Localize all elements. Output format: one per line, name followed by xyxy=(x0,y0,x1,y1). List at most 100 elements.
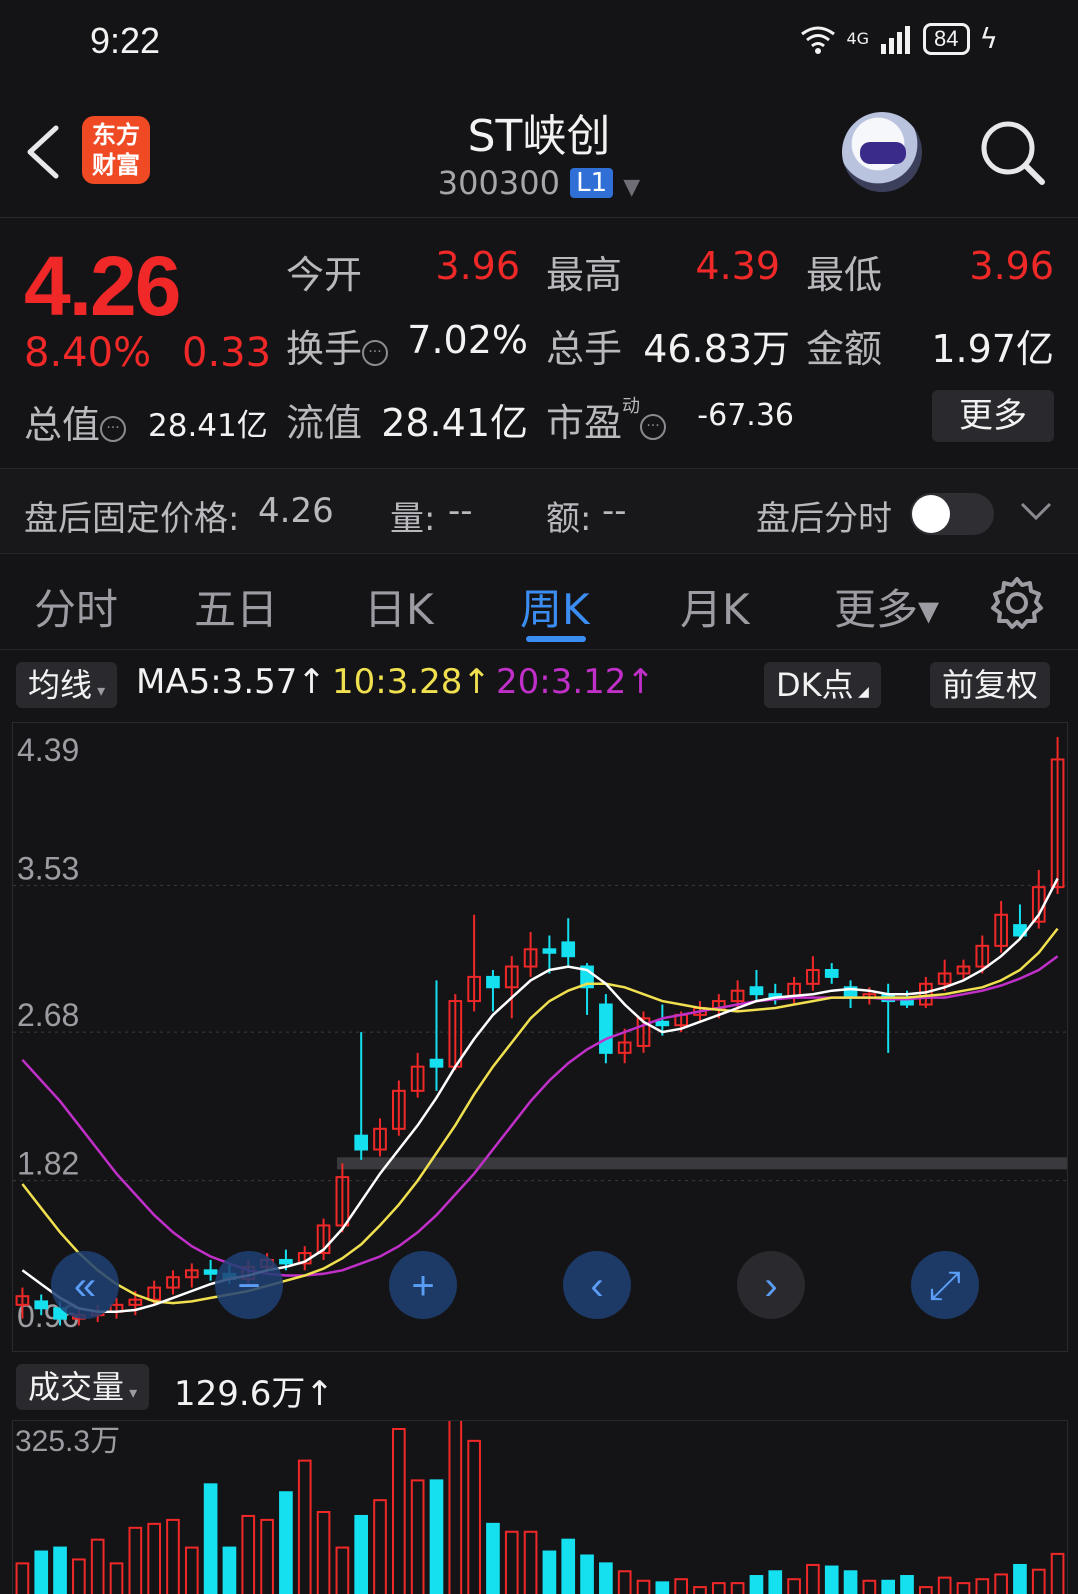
volume-bar xyxy=(222,1546,237,1594)
assistant-avatar[interactable] xyxy=(842,112,922,192)
candle xyxy=(824,969,839,978)
volume-bar xyxy=(429,1479,444,1594)
tab-monthly-k[interactable]: 月K xyxy=(680,576,750,637)
active-tab-indicator xyxy=(526,636,586,642)
scroll-left-button[interactable]: ‹ xyxy=(563,1251,631,1319)
candle xyxy=(561,941,576,958)
charging-icon: ϟ xyxy=(979,22,998,55)
volume-bar xyxy=(843,1570,858,1594)
volume-bar xyxy=(504,1530,519,1594)
ma10-value: 10:3.28↑ xyxy=(332,662,491,702)
battery-indicator: 84 xyxy=(923,22,970,55)
volume-bar xyxy=(824,1565,839,1594)
status-time: 9:22 xyxy=(90,20,161,61)
tab-weekly-k[interactable]: 周K xyxy=(520,576,590,637)
period-tabs: 分时 五日 日K 周K 月K 更多▾ xyxy=(0,554,1078,650)
volume-bar xyxy=(53,1546,67,1594)
tab-intraday[interactable]: 分时 xyxy=(34,576,118,637)
toggle-knob xyxy=(912,495,950,533)
volume-bar xyxy=(392,1428,406,1594)
volume-value: 46.83万 xyxy=(643,327,790,371)
volume-bar xyxy=(147,1522,161,1594)
gear-icon[interactable] xyxy=(990,576,1044,630)
status-icons: 4G 84 ϟ xyxy=(800,22,998,55)
volume-bar xyxy=(203,1483,218,1594)
volume-bar xyxy=(749,1575,764,1594)
price-tick-label: 2.68 xyxy=(17,997,79,1033)
volume-bar xyxy=(260,1518,274,1594)
zoom-out-fast-button[interactable]: « xyxy=(51,1251,119,1319)
stock-header: 东方 财富 ST峡创 300300 L1 ▼ xyxy=(0,90,1078,218)
volume-bar xyxy=(34,1550,49,1594)
more-quote-button[interactable]: 更多 xyxy=(932,390,1054,442)
volume-bar xyxy=(184,1546,199,1594)
candle xyxy=(542,948,557,954)
volume-bar xyxy=(335,1546,350,1594)
tab-five-day[interactable]: 五日 xyxy=(194,576,278,637)
after-hours-toggle[interactable] xyxy=(910,493,994,535)
volume-bar xyxy=(881,1579,896,1594)
turnover-label[interactable]: 换手 ··· xyxy=(286,318,389,373)
volume-selector[interactable]: 成交量 ▾ xyxy=(16,1364,150,1410)
scroll-right-button[interactable]: › xyxy=(737,1251,805,1319)
indicator-bar: 均线 ▾ MA5:3.57↑ 10:3.28↑ 20:3.12↑ DK点 ◢ 前… xyxy=(0,650,1078,720)
high-label: 最高 xyxy=(546,253,623,297)
volume-bar xyxy=(316,1511,331,1594)
ma-selector[interactable]: 均线 ▾ xyxy=(16,662,118,708)
volume-bar xyxy=(128,1526,143,1594)
search-button[interactable] xyxy=(978,118,1048,188)
volume-bar xyxy=(354,1514,369,1594)
market-cap-label[interactable]: 总值 ··· xyxy=(24,394,127,449)
volume-bar xyxy=(937,1576,952,1594)
signal-icon xyxy=(881,25,911,54)
volume-bar xyxy=(373,1499,387,1594)
volume-bar xyxy=(467,1439,481,1594)
tab-daily-k[interactable]: 日K xyxy=(364,576,434,637)
volume-bar xyxy=(730,1582,745,1594)
candle xyxy=(34,1300,49,1310)
fullscreen-button[interactable]: ⤢ xyxy=(911,1251,979,1319)
zoom-out-button[interactable]: − xyxy=(215,1251,283,1319)
pe-superscript: 动 xyxy=(622,396,641,417)
quote-panel: 4.26 8.40% 0.33 总值 ··· 28.41亿 今开 3.96 最高 … xyxy=(0,218,1078,468)
volume-bar xyxy=(787,1578,801,1594)
volume-chart[interactable]: 325.3万 xyxy=(12,1412,1068,1594)
volume-bar xyxy=(862,1579,877,1594)
chart-control-icon: − xyxy=(237,1264,260,1308)
search-icon xyxy=(981,121,1045,185)
volume-axis-label: 325.3万 xyxy=(15,1425,120,1458)
chevron-down-icon[interactable] xyxy=(1018,499,1054,523)
amount-label: 金额 xyxy=(806,327,883,371)
ma20-value: 20:3.12↑ xyxy=(496,662,655,702)
tab-more[interactable]: 更多▾ xyxy=(834,576,939,637)
adjust-price-button[interactable]: 前复权 xyxy=(930,662,1051,708)
chevron-down-icon: ▼ xyxy=(623,175,641,200)
volume-bar xyxy=(806,1563,820,1594)
volume-bar xyxy=(166,1518,180,1594)
volume-bar xyxy=(919,1586,933,1594)
chart-control-icon: « xyxy=(74,1264,96,1308)
candle xyxy=(599,1003,613,1054)
candle xyxy=(429,1058,444,1068)
ma10-line xyxy=(21,927,1059,1305)
volume-header: 成交量 ▾ 129.6万↑ xyxy=(0,1354,1078,1420)
volume-bar xyxy=(1013,1563,1027,1594)
kline-chart[interactable]: 4.39 3.53 2.68 1.82 0.96 «− + ‹ › ⤢ xyxy=(12,722,1068,1352)
price-tick-label: 4.39 xyxy=(17,732,79,768)
current-price: 4.26 xyxy=(24,239,181,333)
dk-point-button[interactable]: DK点 ◢ xyxy=(764,662,881,708)
volume-bar xyxy=(599,1562,613,1594)
zoom-in-button[interactable]: + xyxy=(389,1251,457,1319)
volume-bar xyxy=(975,1578,990,1594)
candle xyxy=(354,1134,369,1151)
ma5-line xyxy=(21,877,1059,1313)
after-hours-bar: 盘后固定价格: 4.26 量: -- 额: -- 盘后分时 xyxy=(0,468,1078,554)
pe-label[interactable]: 市盈动··· xyxy=(546,392,667,447)
volume-bar xyxy=(1050,1552,1065,1594)
info-icon: ··· xyxy=(640,414,667,440)
volume-bar xyxy=(542,1550,557,1594)
wifi-icon xyxy=(801,26,836,54)
volume-label: 总手 xyxy=(546,327,623,371)
info-icon: ··· xyxy=(100,416,127,442)
chart-control-icon: › xyxy=(764,1264,777,1308)
